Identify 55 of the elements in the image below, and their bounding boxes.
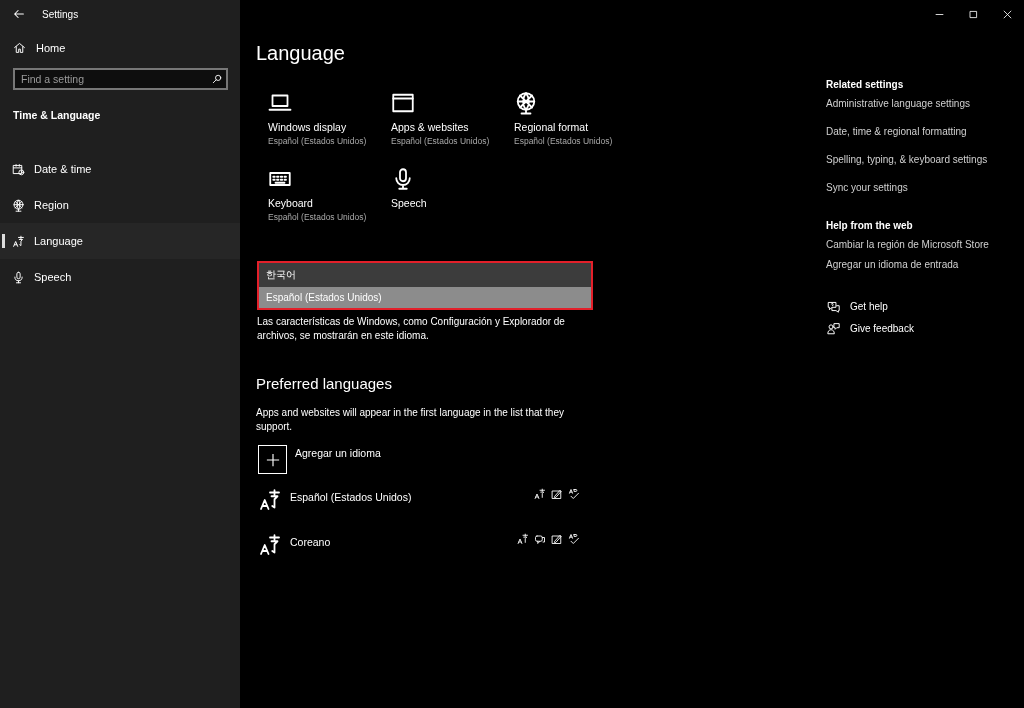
pen-pad-icon (551, 488, 563, 500)
globe-icon (12, 198, 25, 212)
nav-item[interactable]: Language (0, 223, 240, 259)
locale-row[interactable]: Coreano (256, 532, 586, 564)
language-icon (534, 488, 546, 500)
language-icon (258, 488, 282, 512)
help-link[interactable]: Cambiar la región de Microsoft Store (826, 239, 989, 250)
window-title: Settings (42, 8, 79, 20)
page-title: Language (256, 42, 346, 65)
setting-tile[interactable]: Windows display Español (Estados Unidos) (268, 91, 367, 146)
description-text: Las características de Windows, como Configuración y Explorador de archivos, se mostrarán en este idioma. (257, 315, 566, 343)
globe-icon (514, 91, 538, 115)
home-icon (13, 41, 26, 54)
setting-tile[interactable]: Apps & websites Español (Estados Unidos) (391, 91, 490, 146)
calendar-clock-icon (12, 162, 25, 176)
close-icon (1001, 8, 1013, 20)
setting-tile[interactable]: Regional format Español (Estados Unidos) (514, 91, 613, 146)
support-link[interactable]: Give feedback (826, 322, 914, 335)
microphone-icon (12, 270, 25, 284)
setting-tile[interactable]: Speech (391, 167, 427, 222)
section-heading: Time & Language (13, 109, 102, 121)
add-language-button[interactable]: Agregar un idioma (256, 445, 381, 474)
section-heading: Help from the web (826, 220, 914, 231)
support-link[interactable]: Get help (826, 300, 888, 313)
chat-question-icon (827, 300, 840, 313)
spell-check-icon (568, 488, 580, 500)
language-icon (517, 533, 529, 545)
nav-item[interactable]: Speech (0, 259, 240, 295)
section-heading: Preferred languages (256, 375, 393, 392)
dropdown-option[interactable]: 한국어 (259, 263, 591, 287)
description-text: Apps and websites will appear in the first language in the list that they support. (256, 406, 565, 434)
home-link[interactable]: Home (13, 41, 66, 54)
section-heading: Related settings (826, 79, 905, 90)
language-icon (258, 533, 282, 557)
speech-bubble-icon (534, 533, 546, 545)
nav-item[interactable]: Region (0, 187, 240, 223)
setting-tile[interactable]: Keyboard Español (Estados Unidos) (268, 167, 367, 222)
settings-link[interactable]: Date, time & regional formatting (826, 126, 967, 137)
language-icon (12, 234, 25, 248)
back-arrow-icon (12, 7, 26, 21)
maximize-icon (967, 8, 979, 20)
search-icon (211, 73, 223, 85)
settings-link[interactable]: Sync your settings (826, 182, 908, 193)
window-icon (391, 91, 415, 115)
back-button[interactable] (12, 7, 26, 21)
settings-link[interactable]: Spelling, typing, & keyboard settings (826, 154, 988, 165)
pen-pad-icon (551, 533, 563, 545)
nav-item[interactable]: Date & time (0, 151, 240, 187)
help-link[interactable]: Agregar un idioma de entrada (826, 259, 959, 270)
plus-icon (265, 452, 280, 467)
search-field[interactable]: Find a setting (13, 68, 228, 90)
spell-check-icon (568, 533, 580, 545)
settings-link[interactable]: Administrative language settings (826, 98, 970, 109)
person-chat-icon (827, 322, 840, 335)
locale-row[interactable]: Español (Estados Unidos) (256, 487, 586, 519)
